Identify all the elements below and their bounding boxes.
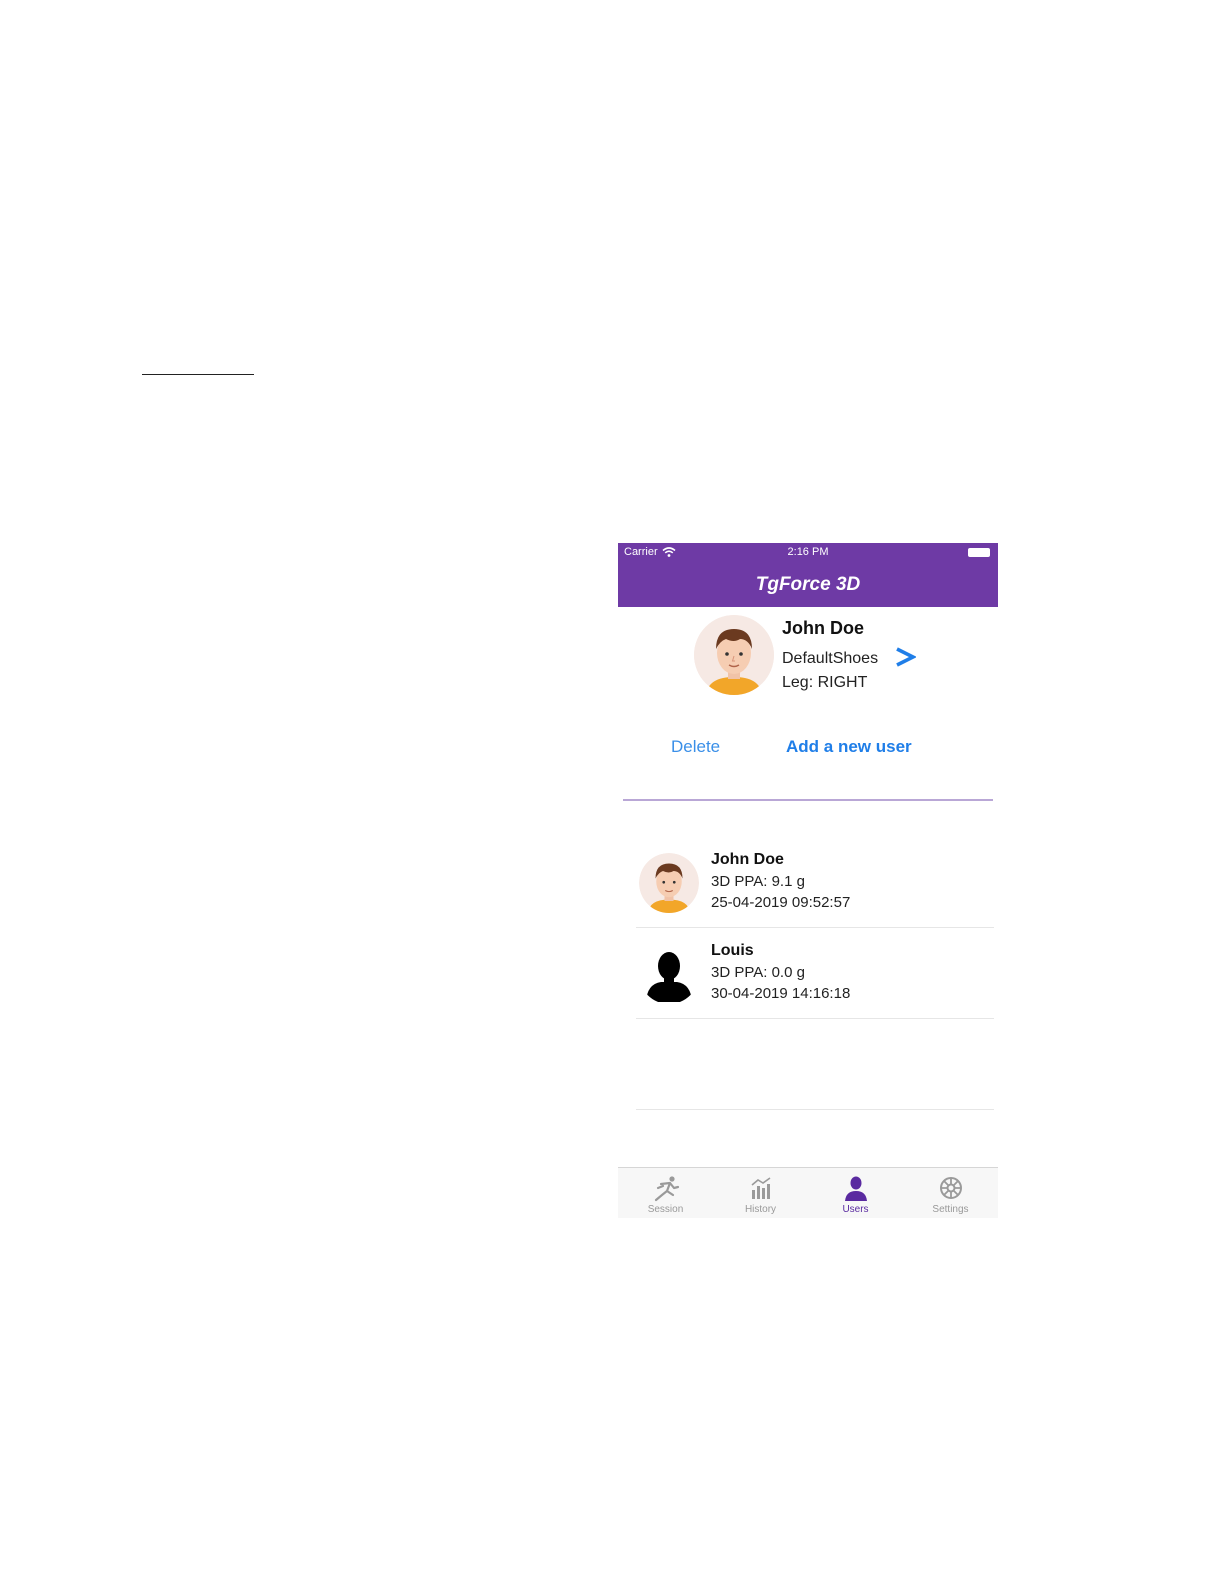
- user-name: Louis: [711, 942, 754, 959]
- tab-session[interactable]: Session: [618, 1168, 713, 1218]
- tab-settings[interactable]: Settings: [903, 1168, 998, 1218]
- current-user-shoes: DefaultShoes: [782, 650, 879, 667]
- user-ppa: 3D PPA: 0.0 g: [711, 964, 805, 981]
- runner-icon: [654, 1176, 679, 1202]
- current-user-avatar: [694, 615, 774, 695]
- user-name: John Doe: [711, 851, 784, 868]
- app-title: TgForce 3D: [755, 574, 861, 595]
- nav-bar: TgForce 3D: [618, 563, 998, 607]
- status-bar: Carrier 2:16 PM: [618, 543, 998, 563]
- section-divider: [623, 799, 993, 801]
- chevron-right-icon: [896, 647, 916, 667]
- user-ppa: 3D PPA: 9.1 g: [711, 873, 805, 890]
- user-list: John Doe 3D PPA: 9.1 g 25-04-2019 09:52:…: [618, 837, 998, 1110]
- empty-row: [636, 1019, 994, 1110]
- user-avatar: [639, 853, 699, 913]
- user-date: 25-04-2019 09:52:57: [711, 894, 851, 911]
- user-icon: [844, 1176, 867, 1201]
- tab-history[interactable]: History: [713, 1168, 808, 1218]
- tab-label: Settings: [932, 1204, 969, 1215]
- battery-icon: [968, 548, 990, 557]
- tab-users[interactable]: Users: [808, 1168, 903, 1218]
- bar-chart-icon: [750, 1177, 770, 1199]
- user-date: 30-04-2019 14:16:18: [711, 985, 851, 1002]
- delete-user-button[interactable]: Delete: [671, 737, 720, 757]
- user-row-john-doe[interactable]: John Doe 3D PPA: 9.1 g 25-04-2019 09:52:…: [636, 837, 994, 928]
- current-user-card: John Doe DefaultShoes Leg: RIGHT: [618, 607, 998, 707]
- tab-label: Users: [842, 1204, 869, 1215]
- face-avatar-icon: [639, 853, 699, 913]
- document-underline: [142, 374, 254, 375]
- silhouette-avatar-icon: [646, 952, 692, 1002]
- tab-label: Session: [647, 1204, 684, 1215]
- status-time: 2:16 PM: [787, 546, 829, 558]
- tab-bar: Session History Users Settings: [618, 1167, 998, 1218]
- phone-screen: Carrier 2:16 PM TgForce 3D John Doe Defa…: [618, 543, 998, 1218]
- current-user-leg: Leg: RIGHT: [782, 674, 868, 691]
- tab-label: History: [744, 1204, 777, 1215]
- user-row-louis[interactable]: Louis 3D PPA: 0.0 g 30-04-2019 14:16:18: [636, 928, 994, 1019]
- add-user-button[interactable]: Add a new user: [786, 737, 912, 757]
- user-avatar: [639, 944, 699, 1004]
- current-user-name: John Doe: [782, 618, 865, 638]
- gear-icon: [939, 1177, 962, 1199]
- user-details-button[interactable]: [892, 643, 918, 671]
- face-avatar-icon: [694, 615, 774, 695]
